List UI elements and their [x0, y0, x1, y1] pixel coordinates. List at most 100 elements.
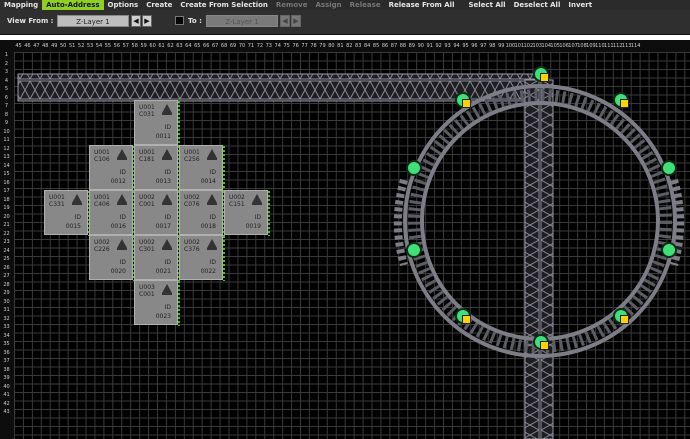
fixture-id: 0021 [155, 268, 171, 275]
fixture-type-icon [207, 149, 217, 160]
fixture-id: 0022 [200, 268, 216, 275]
fixture-tile[interactable]: U002 C151 ID 0019 [224, 190, 270, 236]
next-layer-button[interactable]: ▶ [142, 15, 152, 27]
view-from-label: View From : [7, 17, 54, 25]
menu-deselect-all[interactable]: Deselect All [510, 0, 565, 10]
to-label: To : [188, 17, 202, 25]
menu-create-from-selection[interactable]: Create From Selection [176, 0, 272, 10]
fixture-id: 0015 [65, 223, 81, 230]
fixture-universe: U002 [184, 239, 200, 246]
fixture-id-label: ID [164, 259, 171, 266]
fixture-id: 0023 [155, 313, 171, 320]
fixture-id: 0011 [155, 133, 171, 140]
fixture-universe: U001 [94, 149, 110, 156]
led-fixture[interactable] [533, 66, 549, 82]
layer-toolbar: View From : Z-Layer 1 ◀ ▶ To : Z-Layer 1… [0, 10, 690, 35]
led-fixture[interactable] [613, 308, 629, 324]
view-from-dropdown[interactable]: Z-Layer 1 [57, 15, 129, 27]
fixture-tile[interactable]: U001 C331 ID 0015 [44, 190, 90, 236]
to-next-layer-button[interactable]: ▶ [291, 15, 301, 27]
fixture-universe: U003 [139, 284, 155, 291]
menu-bar: Mapping Auto-Address Options Create Crea… [0, 0, 690, 10]
fixture-id-label: ID [209, 259, 216, 266]
fixture-tile[interactable]: U002 C376 ID 0022 [179, 235, 225, 281]
fixture-universe: U001 [49, 194, 65, 201]
fixture-tile[interactable]: U002 C076 ID 0018 [179, 190, 225, 236]
prev-layer-button[interactable]: ◀ [131, 15, 141, 27]
fixture-channel: C301 [139, 246, 155, 253]
menu-assign[interactable]: Assign [311, 0, 345, 10]
led-fixture[interactable] [455, 92, 471, 108]
fixture-type-icon [72, 194, 82, 205]
fixture-channel: C226 [94, 246, 110, 253]
fixture-id-label: ID [164, 304, 171, 311]
led-fixture[interactable] [661, 160, 677, 176]
fixture-id: 0017 [155, 223, 171, 230]
menu-release[interactable]: Release [346, 0, 385, 10]
fixture-universe: U002 [184, 194, 200, 201]
fixture-universe: U001 [94, 194, 110, 201]
led-fixture[interactable] [455, 308, 471, 324]
fixture-channel: C331 [49, 201, 65, 208]
fixture-id-label: ID [74, 214, 81, 221]
fixture-channel: C031 [139, 111, 155, 118]
vertical-truss [524, 79, 554, 439]
fixture-id-label: ID [209, 169, 216, 176]
menu-select-all[interactable]: Select All [464, 0, 509, 10]
fixture-id-label: ID [209, 214, 216, 221]
led-fixture[interactable] [533, 334, 549, 350]
menu-mapping[interactable]: Mapping [0, 0, 42, 10]
fixture-tile[interactable]: U001 C181 ID 0013 [134, 145, 180, 191]
fixture-tile[interactable]: U003 C001 ID 0023 [134, 280, 180, 326]
fixture-type-icon [162, 284, 172, 295]
fixture-type-icon [162, 239, 172, 250]
fixture-id: 0019 [245, 223, 261, 230]
to-layer-dropdown[interactable]: Z-Layer 1 [206, 15, 278, 27]
fixture-id: 0018 [200, 223, 216, 230]
fixture-universe: U002 [229, 194, 245, 201]
fixture-id: 0020 [110, 268, 126, 275]
arrow-right-icon: ▶ [293, 17, 299, 25]
pixel-map-canvas[interactable]: 45 46 47 48 49 50 51 52 53 54 55 56 57 58 59 60 61 62 63 64… [0, 40, 690, 439]
fixture-id-label: ID [254, 214, 261, 221]
fixture-id-label: ID [119, 259, 126, 266]
menu-release-from-all[interactable]: Release From All [385, 0, 459, 10]
fixture-tile[interactable]: U001 C106 ID 0012 [89, 145, 135, 191]
fixture-universe: U002 [139, 194, 155, 201]
to-prev-layer-button[interactable]: ◀ [280, 15, 290, 27]
fixture-id-label: ID [164, 169, 171, 176]
fixture-status-bar [223, 236, 225, 281]
fixture-tile[interactable]: U001 C031 ID 0011 [134, 100, 180, 146]
led-fixture[interactable] [613, 92, 629, 108]
fixture-id-label: ID [164, 214, 171, 221]
led-fixture[interactable] [406, 160, 422, 176]
fixture-type-icon [162, 194, 172, 205]
fixture-channel: C406 [94, 201, 110, 208]
fixture-universe: U001 [139, 149, 155, 156]
led-fixture[interactable] [406, 242, 422, 258]
arrow-left-icon: ◀ [133, 17, 139, 25]
menu-options[interactable]: Options [104, 0, 143, 10]
to-layer-checkbox[interactable] [175, 16, 184, 25]
fixture-id-label: ID [119, 214, 126, 221]
fixture-id-label: ID [164, 124, 171, 131]
fixture-status-bar [268, 191, 270, 236]
fixture-tile[interactable]: U001 C256 ID 0014 [179, 145, 225, 191]
fixture-type-icon [162, 149, 172, 160]
arrow-right-icon: ▶ [144, 17, 150, 25]
fixture-tile[interactable]: U002 C226 ID 0020 [89, 235, 135, 281]
fixture-status-bar [223, 146, 225, 191]
menu-remove[interactable]: Remove [272, 0, 312, 10]
fixture-id: 0014 [200, 178, 216, 185]
fixture-tile[interactable]: U001 C406 ID 0016 [89, 190, 135, 236]
fixture-tile[interactable]: U002 C001 ID 0017 [134, 190, 180, 236]
led-fixture[interactable] [661, 242, 677, 258]
fixture-channel: C106 [94, 156, 110, 163]
fixture-tile[interactable]: U002 C301 ID 0021 [134, 235, 180, 281]
menu-auto-address[interactable]: Auto-Address [42, 0, 104, 10]
menu-create[interactable]: Create [142, 0, 176, 10]
fixture-type-icon [207, 239, 217, 250]
menu-invert[interactable]: Invert [564, 0, 596, 10]
fixture-universe: U002 [139, 239, 155, 246]
fixture-channel: C001 [139, 291, 155, 298]
